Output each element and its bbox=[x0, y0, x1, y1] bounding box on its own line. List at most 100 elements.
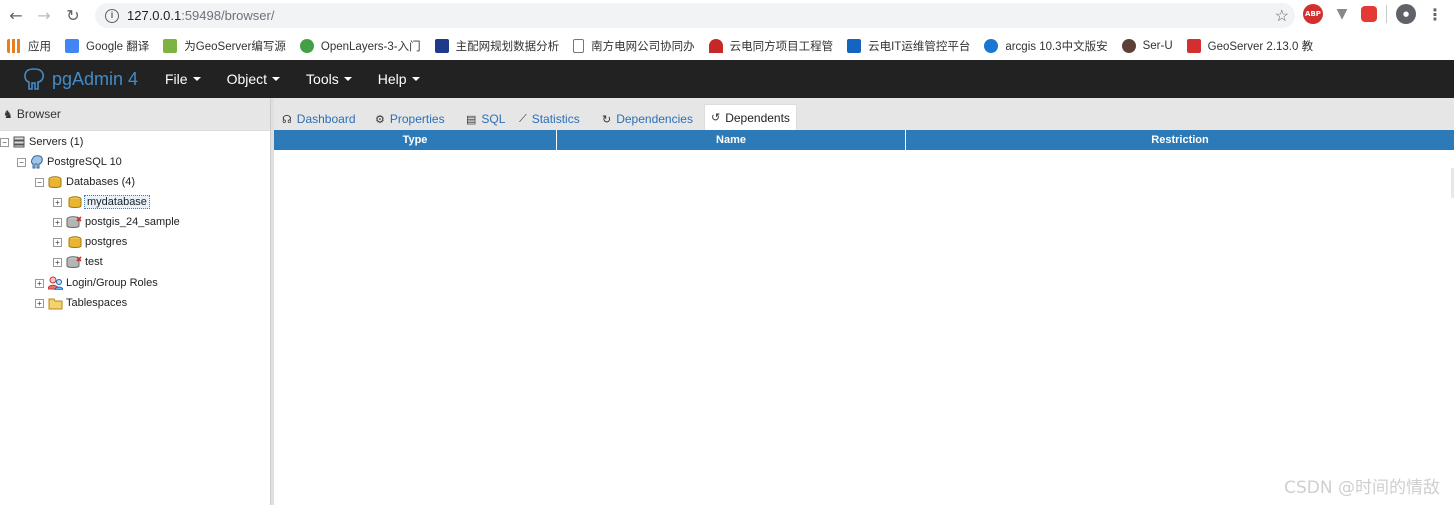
site-favicon-icon bbox=[1121, 38, 1136, 53]
address-bar[interactable]: i 127.0.0.1:59498/browser/ ☆ bbox=[95, 3, 1295, 28]
tree-node-postgres[interactable]: + postgres bbox=[53, 233, 128, 251]
column-header-type[interactable]: Type bbox=[274, 130, 557, 150]
tree-node-label: postgres bbox=[85, 236, 128, 248]
apps-icon bbox=[7, 38, 21, 53]
database-icon bbox=[68, 235, 82, 248]
caret-down-icon bbox=[192, 77, 201, 81]
tree-node-servers[interactable]: − Servers (1) bbox=[0, 133, 84, 151]
google-translate-icon bbox=[65, 38, 79, 53]
bookmark-item[interactable]: Ser-U bbox=[1121, 38, 1173, 53]
site-favicon-icon bbox=[984, 38, 999, 53]
caret-down-icon bbox=[411, 77, 420, 81]
tab-label: Dashboard bbox=[296, 112, 356, 126]
menu-icon[interactable]: ⋮ bbox=[1425, 4, 1445, 24]
back-icon[interactable]: ← bbox=[5, 4, 27, 26]
bookmark-label: 为GeoServer编写源 bbox=[184, 40, 286, 53]
tree-node-label: Servers (1) bbox=[29, 136, 84, 148]
tab-label: Statistics bbox=[531, 112, 580, 126]
url-host: 127.0.0.1 bbox=[127, 8, 182, 23]
bookmark-item[interactable]: 云电IT运维管控平台 bbox=[847, 38, 970, 54]
menu-tools[interactable]: Tools bbox=[306, 71, 352, 87]
column-header-restriction[interactable]: Restriction bbox=[906, 130, 1454, 150]
bookmark-label: 应用 bbox=[28, 40, 51, 53]
app-brand[interactable]: pgAdmin 4 bbox=[22, 68, 165, 90]
expand-toggle[interactable]: + bbox=[53, 237, 62, 247]
tablespaces-icon bbox=[48, 298, 63, 309]
adblock-icon[interactable]: ABP bbox=[1303, 4, 1323, 24]
extension-icon[interactable] bbox=[1361, 6, 1377, 22]
info-icon[interactable]: i bbox=[105, 8, 119, 23]
caret-down-icon bbox=[343, 77, 352, 81]
menu-file[interactable]: File bbox=[165, 71, 201, 87]
toolbar-divider bbox=[1386, 5, 1387, 23]
menu-object[interactable]: Object bbox=[226, 71, 281, 87]
tree-node-test[interactable]: + test bbox=[53, 253, 104, 271]
menu-label: Help bbox=[377, 71, 407, 87]
expand-toggle[interactable]: + bbox=[53, 257, 62, 267]
servers-icon bbox=[13, 136, 25, 148]
expand-toggle[interactable]: + bbox=[35, 298, 44, 308]
menu-label: Tools bbox=[306, 71, 339, 87]
tab-statistics[interactable]: ⟋ Statistics bbox=[519, 108, 580, 130]
profile-icon[interactable]: ● bbox=[1396, 4, 1416, 24]
site-favicon-icon bbox=[708, 38, 723, 53]
bookmark-item[interactable]: 为GeoServer编写源 bbox=[163, 38, 286, 54]
tab-bar: ☊ Dashboard ⚙ Properties ▤ SQL ⟋ Statistics … bbox=[274, 98, 1454, 130]
bookmark-label: Google 翻译 bbox=[86, 40, 150, 53]
bookmark-star-icon[interactable]: ☆ bbox=[1275, 6, 1289, 26]
url-path: :59498/browser/ bbox=[181, 8, 275, 23]
bookmark-label: Ser-U bbox=[1142, 39, 1173, 52]
filter-extension-icon[interactable]: ▼ bbox=[1332, 4, 1352, 24]
tree-node-tablespaces[interactable]: + Tablespaces bbox=[35, 294, 128, 312]
reload-icon[interactable]: ↻ bbox=[62, 4, 84, 26]
site-favicon-icon bbox=[163, 38, 178, 53]
tree-node-login-group-roles[interactable]: + Login/Group Roles bbox=[35, 274, 159, 292]
dependencies-icon: ↻ bbox=[602, 113, 612, 126]
tree-node-mydatabase[interactable]: + mydatabase bbox=[53, 193, 150, 211]
database-disconnected-icon bbox=[66, 215, 82, 228]
watermark: CSDN @时间的情敌 bbox=[1284, 478, 1440, 498]
site-favicon-icon bbox=[434, 38, 449, 53]
collapse-toggle[interactable]: − bbox=[0, 137, 9, 147]
tab-dependencies[interactable]: ↻ Dependencies bbox=[602, 108, 693, 130]
roles-icon bbox=[48, 276, 63, 290]
tab-dashboard[interactable]: ☊ Dashboard bbox=[282, 108, 356, 130]
tree-node-databases[interactable]: − Databases (4) bbox=[35, 173, 136, 191]
properties-icon: ⚙ bbox=[375, 113, 385, 126]
statistics-icon: ⟋ bbox=[519, 112, 527, 125]
expand-toggle[interactable]: + bbox=[53, 217, 62, 227]
site-favicon-icon bbox=[847, 38, 862, 53]
panel-splitter[interactable] bbox=[271, 98, 274, 505]
site-favicon-icon bbox=[1186, 38, 1201, 53]
collapse-toggle[interactable]: − bbox=[17, 157, 26, 167]
tree-node-label: test bbox=[85, 256, 103, 268]
menu-label: Object bbox=[226, 71, 268, 87]
expand-toggle[interactable]: + bbox=[35, 278, 44, 288]
dashboard-icon: ☊ bbox=[282, 113, 292, 126]
bookmark-item[interactable]: Google 翻译 bbox=[65, 38, 149, 54]
menu-help[interactable]: Help bbox=[378, 71, 420, 87]
browser-title-label: Browser bbox=[16, 107, 61, 121]
tree-node-label: PostgreSQL 10 bbox=[47, 156, 122, 168]
tab-dependents[interactable]: ↺ Dependents bbox=[704, 104, 797, 130]
bookmark-label: arcgis 10.3中文版安 bbox=[1005, 40, 1108, 53]
tree-node-postgresql[interactable]: − PostgreSQL 10 bbox=[17, 153, 123, 171]
bookmark-item[interactable]: 南方电网公司协同办 bbox=[573, 38, 695, 54]
bookmark-item[interactable]: 云电同方项目工程管 bbox=[708, 38, 833, 54]
expand-toggle[interactable]: + bbox=[53, 197, 62, 207]
forward-icon[interactable]: → bbox=[33, 4, 55, 26]
bookmark-item[interactable]: GeoServer 2.13.0 教 bbox=[1186, 38, 1313, 54]
sql-icon: ▤ bbox=[466, 113, 477, 126]
collapse-toggle[interactable]: − bbox=[35, 177, 44, 187]
tab-properties[interactable]: ⚙ Properties bbox=[375, 108, 445, 130]
tab-label: Properties bbox=[389, 112, 445, 126]
bookmark-item[interactable]: arcgis 10.3中文版安 bbox=[984, 38, 1108, 54]
bookmark-item[interactable]: OpenLayers-3-入门 bbox=[299, 38, 421, 54]
column-header-label: Type bbox=[402, 134, 428, 146]
bookmarks-bar: 应用 Google 翻译 为GeoServer编写源 OpenLayers-3-… bbox=[0, 31, 1454, 60]
bookmark-item[interactable]: 主配网规划数据分析 bbox=[434, 38, 559, 54]
bookmark-item[interactable]: 应用 bbox=[7, 38, 51, 54]
column-header-name[interactable]: Name bbox=[557, 130, 906, 150]
tree-node-postgis-24-sample[interactable]: + postgis_24_sample bbox=[53, 213, 181, 231]
tab-sql[interactable]: ▤ SQL bbox=[466, 108, 505, 130]
